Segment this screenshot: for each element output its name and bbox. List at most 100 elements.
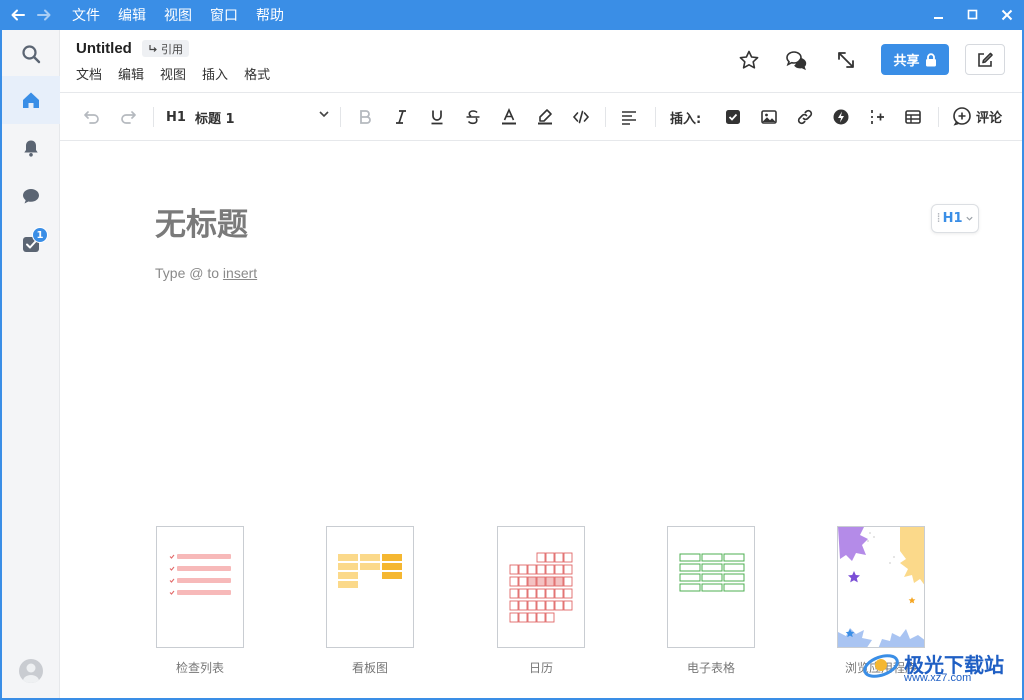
- reference-badge[interactable]: 引用: [142, 40, 189, 57]
- insert-divider-button[interactable]: [865, 105, 889, 129]
- toolbar-divider: [340, 107, 341, 127]
- insert-link-button[interactable]: [793, 105, 817, 129]
- spreadsheet-cell: [701, 553, 723, 562]
- share-label: 共享: [893, 54, 920, 69]
- insert-checkbox-button[interactable]: [721, 105, 745, 129]
- table-icon: [905, 110, 921, 124]
- spreadsheet-cell: [679, 563, 701, 572]
- spreadsheet-cell: [701, 563, 723, 572]
- calendar-preview: [509, 552, 573, 623]
- spreadsheet-preview: [679, 553, 745, 592]
- align-button[interactable]: [617, 105, 641, 129]
- strikethrough-button[interactable]: [461, 105, 485, 129]
- calendar-cell: [509, 564, 519, 575]
- calendar-cell: [545, 612, 555, 623]
- favorite-button[interactable]: [734, 45, 764, 75]
- forward-arrow-icon[interactable]: [34, 5, 54, 25]
- template-checklist[interactable]: [156, 526, 244, 648]
- sidebar-messages[interactable]: [2, 172, 60, 220]
- comment-button[interactable]: 评论: [952, 106, 1002, 126]
- insert-link[interactable]: insert: [223, 265, 257, 281]
- undo-button[interactable]: [80, 105, 104, 129]
- sidebar-search[interactable]: [2, 30, 60, 78]
- expand-button[interactable]: [831, 45, 861, 75]
- avatar[interactable]: [19, 659, 43, 683]
- spreadsheet-cell: [723, 583, 745, 592]
- sidebar-tasks[interactable]: 1: [2, 220, 60, 268]
- highlighter-icon: [538, 109, 552, 125]
- spreadsheet-cell: [701, 573, 723, 582]
- text-color-button[interactable]: [497, 105, 521, 129]
- heading-style-select[interactable]: H1 标题 1: [166, 106, 330, 128]
- undo-icon: [84, 111, 99, 124]
- calendar-cell: [518, 576, 528, 587]
- title-bar: 文件 编辑 视图 窗口 帮助: [0, 0, 1024, 30]
- redo-button[interactable]: [116, 105, 140, 129]
- spreadsheet-cell: [679, 553, 701, 562]
- star-icon: [739, 50, 759, 69]
- spreadsheet-cell: [679, 573, 701, 582]
- calendar-cell: [527, 576, 537, 587]
- page-title[interactable]: 无标题: [155, 199, 248, 244]
- underline-button[interactable]: [425, 105, 449, 129]
- chevron-down-icon: [319, 111, 329, 118]
- watermark-url: www.xz7.com: [904, 672, 972, 684]
- code-icon: [572, 110, 590, 124]
- tasks-count-badge: 1: [32, 227, 48, 243]
- back-arrow-icon[interactable]: [8, 5, 28, 25]
- calendar-cell: [563, 576, 573, 587]
- calendar-cell: [563, 552, 573, 563]
- insert-column-icon: [871, 110, 884, 124]
- bold-button[interactable]: [353, 105, 377, 129]
- insert-image-button[interactable]: [757, 105, 781, 129]
- italic-button[interactable]: [389, 105, 413, 129]
- insert-label: 插入:: [670, 112, 702, 127]
- chat-button[interactable]: [782, 45, 812, 75]
- new-document-button[interactable]: [965, 44, 1005, 75]
- highlight-button[interactable]: [533, 105, 557, 129]
- menu-edit[interactable]: 编辑: [118, 5, 146, 25]
- editor-placeholder[interactable]: Type @ to insert: [155, 265, 257, 281]
- sidebar-notifications[interactable]: [2, 124, 60, 172]
- bell-icon: [24, 140, 38, 157]
- sidebar-home[interactable]: [2, 76, 60, 124]
- menu-view[interactable]: 视图: [164, 5, 192, 25]
- template-calendar[interactable]: [497, 526, 585, 648]
- comment-label: 评论: [976, 110, 1003, 126]
- template-label: 看板图: [351, 661, 388, 675]
- template-browse-apps[interactable]: [837, 526, 925, 648]
- menu-window[interactable]: 窗口: [210, 5, 238, 25]
- code-button[interactable]: [569, 105, 593, 129]
- checkbox-icon: [726, 110, 740, 124]
- lock-icon: [925, 52, 936, 66]
- spreadsheet-cell: [723, 563, 745, 572]
- chevron-down-icon: [965, 216, 973, 221]
- insert-action-button[interactable]: [829, 105, 853, 129]
- template-spreadsheet[interactable]: [667, 526, 755, 648]
- link-icon: [797, 109, 813, 125]
- doc-menu-document[interactable]: 文档: [76, 64, 102, 83]
- calendar-cell: [509, 600, 519, 611]
- calendar-cell: [518, 600, 528, 611]
- minimize-button[interactable]: [922, 0, 956, 30]
- calendar-cell: [545, 564, 555, 575]
- doc-menu-edit[interactable]: 编辑: [118, 64, 144, 83]
- insert-table-button[interactable]: [901, 105, 925, 129]
- calendar-cell: [536, 576, 546, 587]
- doc-menu-insert[interactable]: 插入: [202, 64, 228, 83]
- document-title[interactable]: Untitled: [76, 40, 132, 57]
- calendar-cell: [518, 564, 528, 575]
- menu-help[interactable]: 帮助: [256, 5, 284, 25]
- doc-menu-format[interactable]: 格式: [244, 64, 270, 83]
- app-window: 1 Untitled 引用 文档 编辑 视图 插入 格式 共享 H1 标题 1 …: [2, 30, 1022, 698]
- maximize-button[interactable]: [956, 0, 990, 30]
- close-button[interactable]: [990, 0, 1024, 30]
- menu-file[interactable]: 文件: [72, 5, 100, 25]
- template-kanban[interactable]: [326, 526, 414, 648]
- share-button[interactable]: 共享: [881, 44, 949, 75]
- calendar-cell: [518, 612, 528, 623]
- toolbar-divider: [605, 107, 606, 127]
- heading-level-button[interactable]: ⁞ H1: [931, 204, 979, 233]
- doc-menu-view[interactable]: 视图: [160, 64, 186, 83]
- editor-area[interactable]: 无标题 Type @ to insert ⁞ H1 检查列表 看板图 日历 电子…: [60, 141, 1022, 698]
